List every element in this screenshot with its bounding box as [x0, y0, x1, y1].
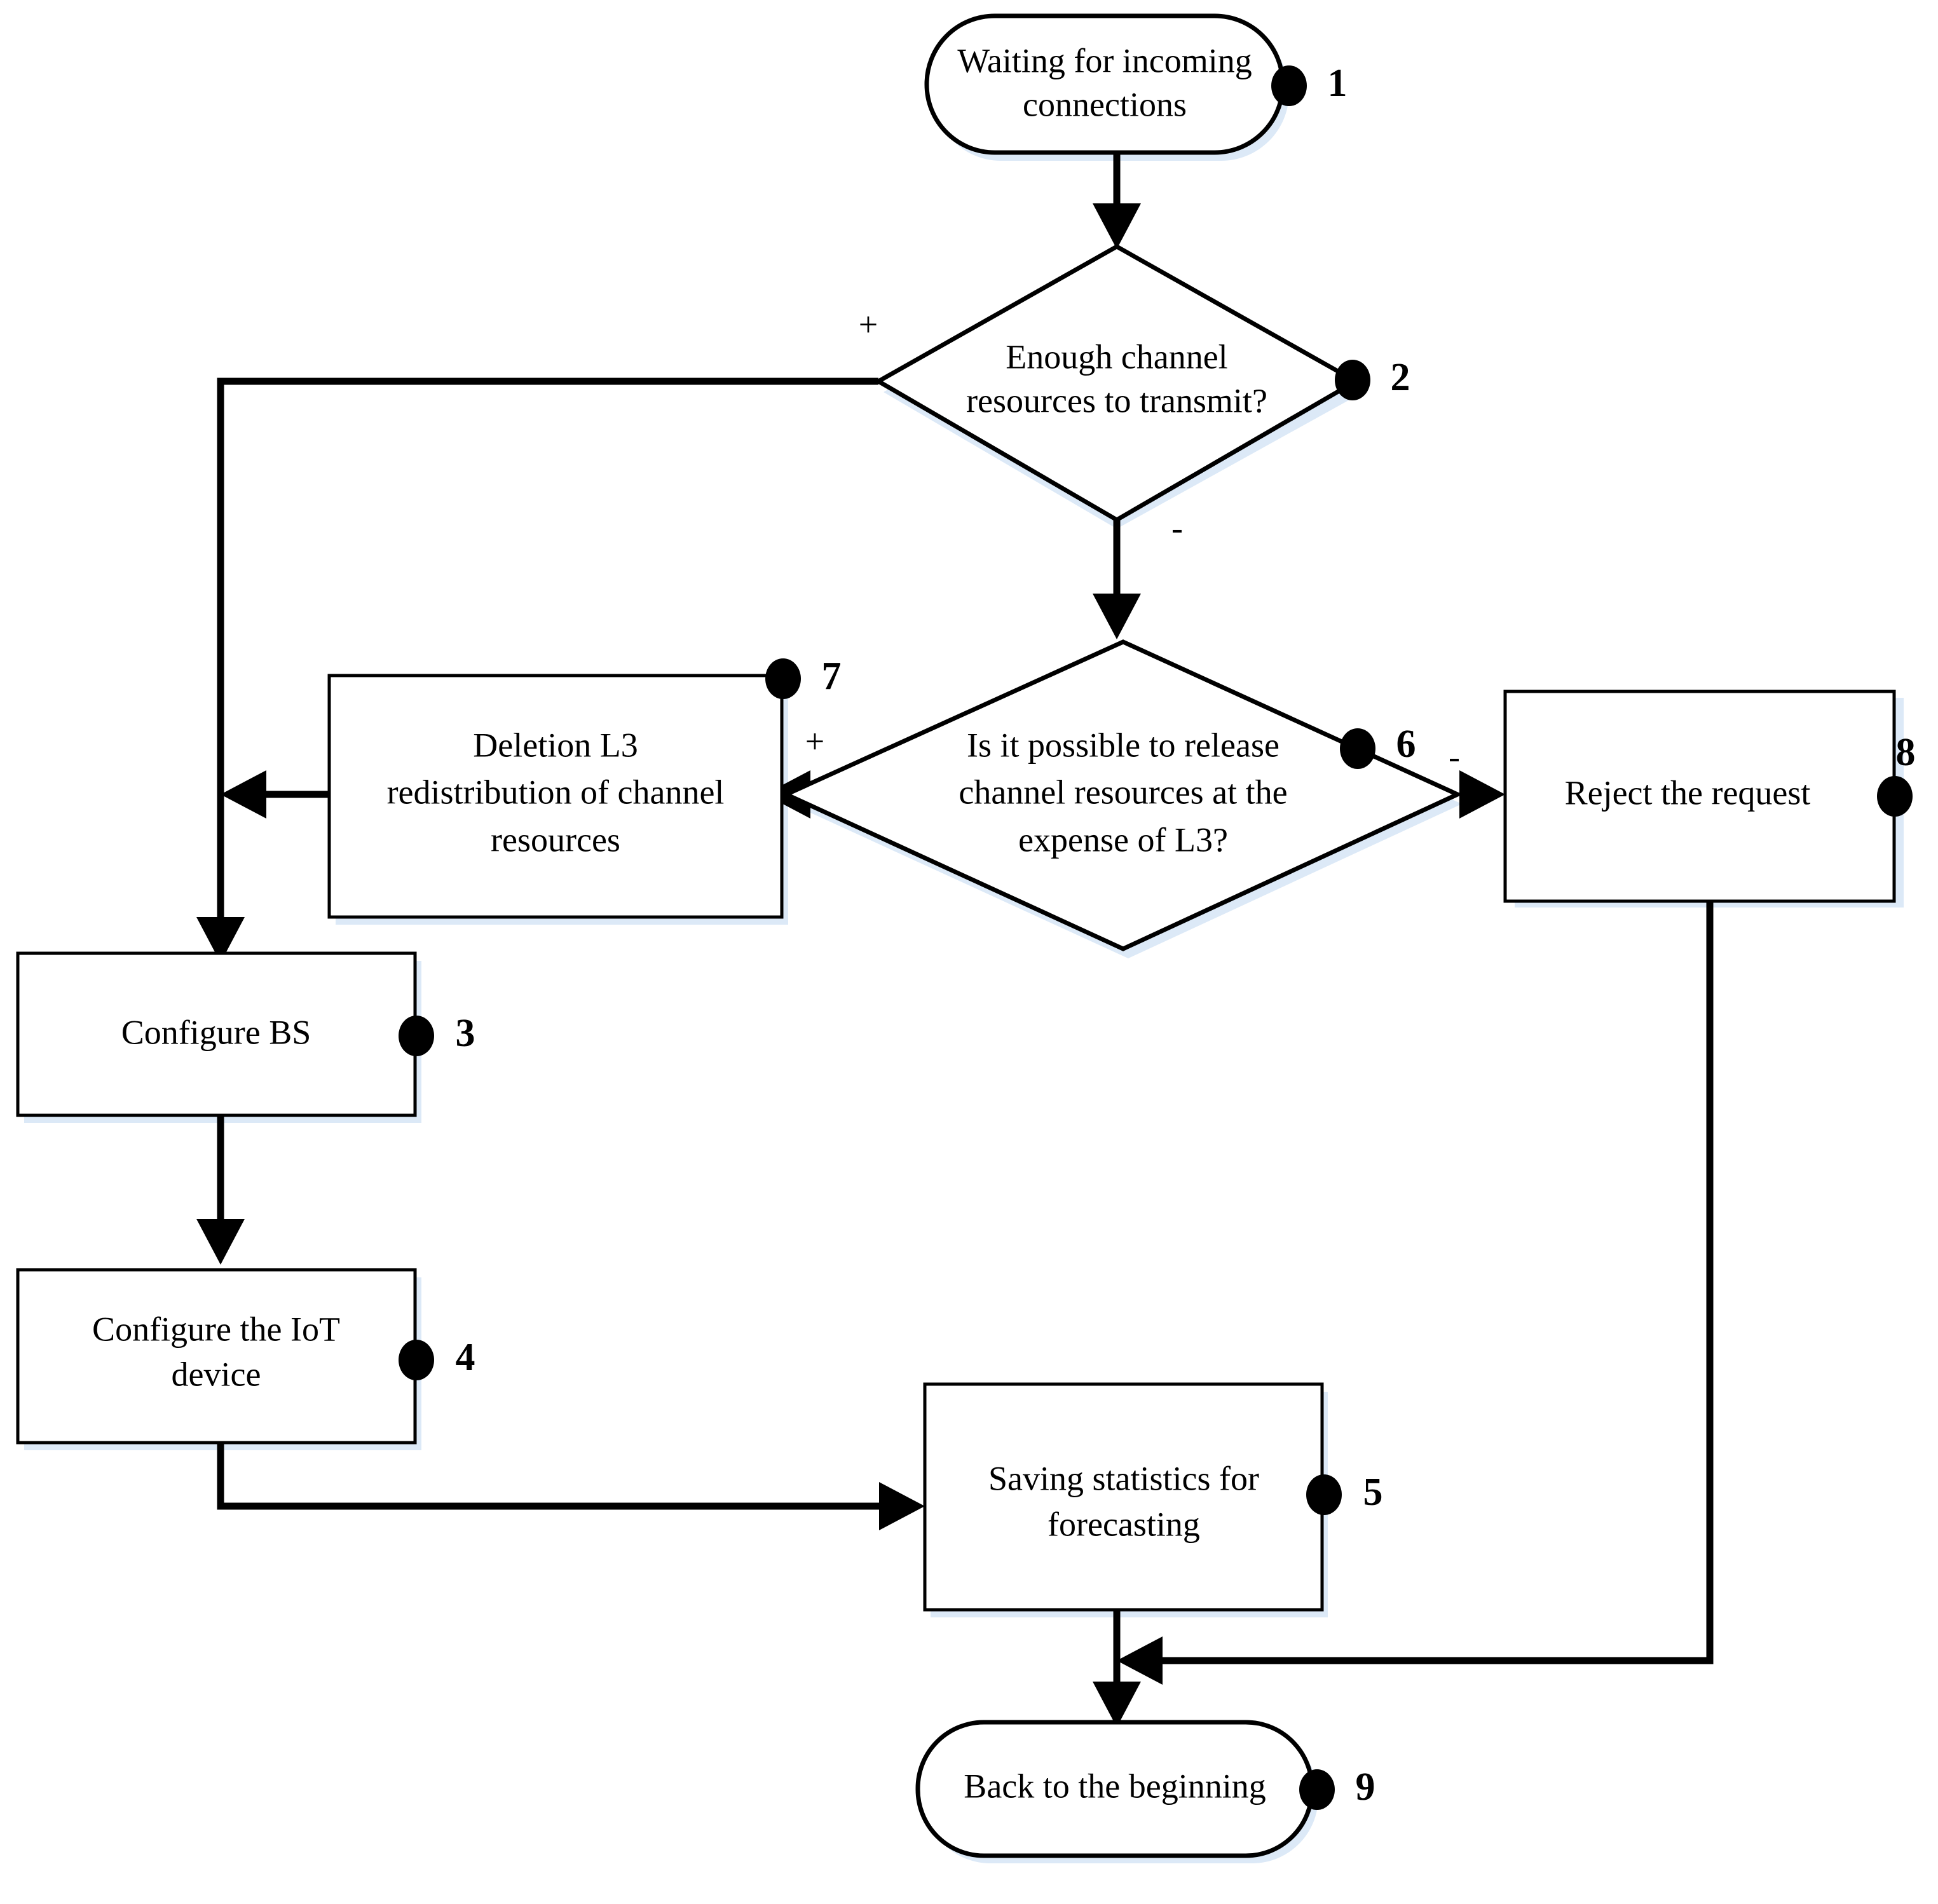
node-4-label-line-2: device — [172, 1355, 261, 1393]
node-5-marker-dot — [1306, 1474, 1342, 1515]
node-4-marker-dot — [399, 1340, 434, 1380]
node-2-marker-dot — [1335, 360, 1370, 400]
edge-2-negative-to-6-arrowhead — [1093, 594, 1141, 639]
node-6[interactable]: Is it possible to release channel resour… — [781, 639, 1463, 951]
node-1-label-line-1: Waiting for incoming — [957, 41, 1252, 79]
branch-label-d6-negative: - — [1449, 737, 1460, 775]
node-9-label-line-1: Back to the beginning — [964, 1767, 1266, 1805]
node-9[interactable]: Back to the beginning 9 — [915, 1720, 1375, 1858]
node-7-label-line-3: resources — [491, 820, 620, 859]
node-7-marker-dot — [765, 658, 801, 699]
edge-4-to-5-arrowhead — [879, 1482, 925, 1530]
node-2[interactable]: Enough channel resources to transmit? 2 — [873, 243, 1410, 523]
edge-8-to-9-arrowhead — [1117, 1636, 1163, 1685]
edge-6-negative-to-8-arrowhead — [1459, 770, 1505, 819]
node-9-marker-dot — [1299, 1769, 1335, 1810]
node-8-marker-number: 8 — [1896, 731, 1916, 774]
node-1-marker-dot — [1271, 65, 1307, 106]
node-8-label-line-1: Reject the request — [1565, 773, 1811, 812]
flowchart-canvas: Waiting for incoming connections 1 Enoug… — [0, 0, 1938, 1904]
node-layer: Waiting for incoming connections 1 Enoug… — [16, 13, 1916, 1858]
node-3-label-line-1: Configure BS — [121, 1013, 311, 1051]
node-9-marker-number: 9 — [1356, 1765, 1375, 1809]
node-6-label-line-2: channel resources at the — [959, 773, 1287, 811]
node-5-marker-number: 5 — [1363, 1471, 1383, 1514]
edge-3-to-4-arrowhead — [196, 1219, 245, 1265]
node-2-marker-number: 2 — [1391, 356, 1410, 399]
node-2-label-line-1: Enough channel — [1006, 337, 1227, 376]
node-6-marker-dot — [1340, 728, 1375, 769]
node-7-label-line-1: Deletion L3 — [473, 726, 638, 764]
node-7-label-line-2: redistribution of channel — [387, 773, 725, 811]
node-3[interactable]: Configure BS 3 — [16, 951, 475, 1117]
node-3-marker-number: 3 — [456, 1012, 475, 1055]
edge-4-to-5 — [217, 1443, 903, 1510]
node-8-marker-dot — [1877, 776, 1913, 817]
node-3-marker-dot — [399, 1016, 434, 1056]
branch-label-d2-negative: - — [1171, 508, 1183, 547]
node-6-label-line-3: expense of L3? — [1018, 820, 1228, 859]
node-4-label-line-1: Configure the IoT — [92, 1310, 340, 1348]
branch-label-d2-positive: + — [859, 305, 878, 343]
node-2-label-line-2: resources to transmit? — [966, 381, 1267, 419]
node-5[interactable]: Saving statistics for forecasting 5 — [923, 1382, 1383, 1612]
node-4[interactable]: Configure the IoT device 4 — [16, 1268, 475, 1445]
edge-7-to-3-arrowhead — [221, 770, 266, 819]
node-1-label-line-2: connections — [1023, 85, 1187, 123]
node-8[interactable]: Reject the request 8 — [1503, 690, 1916, 903]
edge-1-to-2-arrowhead — [1093, 203, 1141, 249]
node-5-label-line-1: Saving statistics for — [988, 1459, 1259, 1497]
node-7-marker-number: 7 — [822, 655, 842, 698]
node-6-label-line-1: Is it possible to release — [967, 726, 1279, 764]
node-1[interactable]: Waiting for incoming connections 1 — [924, 13, 1348, 155]
node-1-shape[interactable] — [924, 13, 1285, 155]
node-4-marker-number: 4 — [456, 1336, 475, 1379]
node-7[interactable]: Deletion L3 redistribution of channel re… — [327, 655, 842, 919]
flowchart-svg: Waiting for incoming connections 1 Enoug… — [16, 13, 1916, 1863]
node-5-label-line-2: forecasting — [1047, 1505, 1200, 1543]
node-6-marker-number: 6 — [1396, 723, 1416, 766]
node-1-marker-number: 1 — [1328, 62, 1348, 105]
branch-label-d6-positive: + — [805, 722, 824, 760]
